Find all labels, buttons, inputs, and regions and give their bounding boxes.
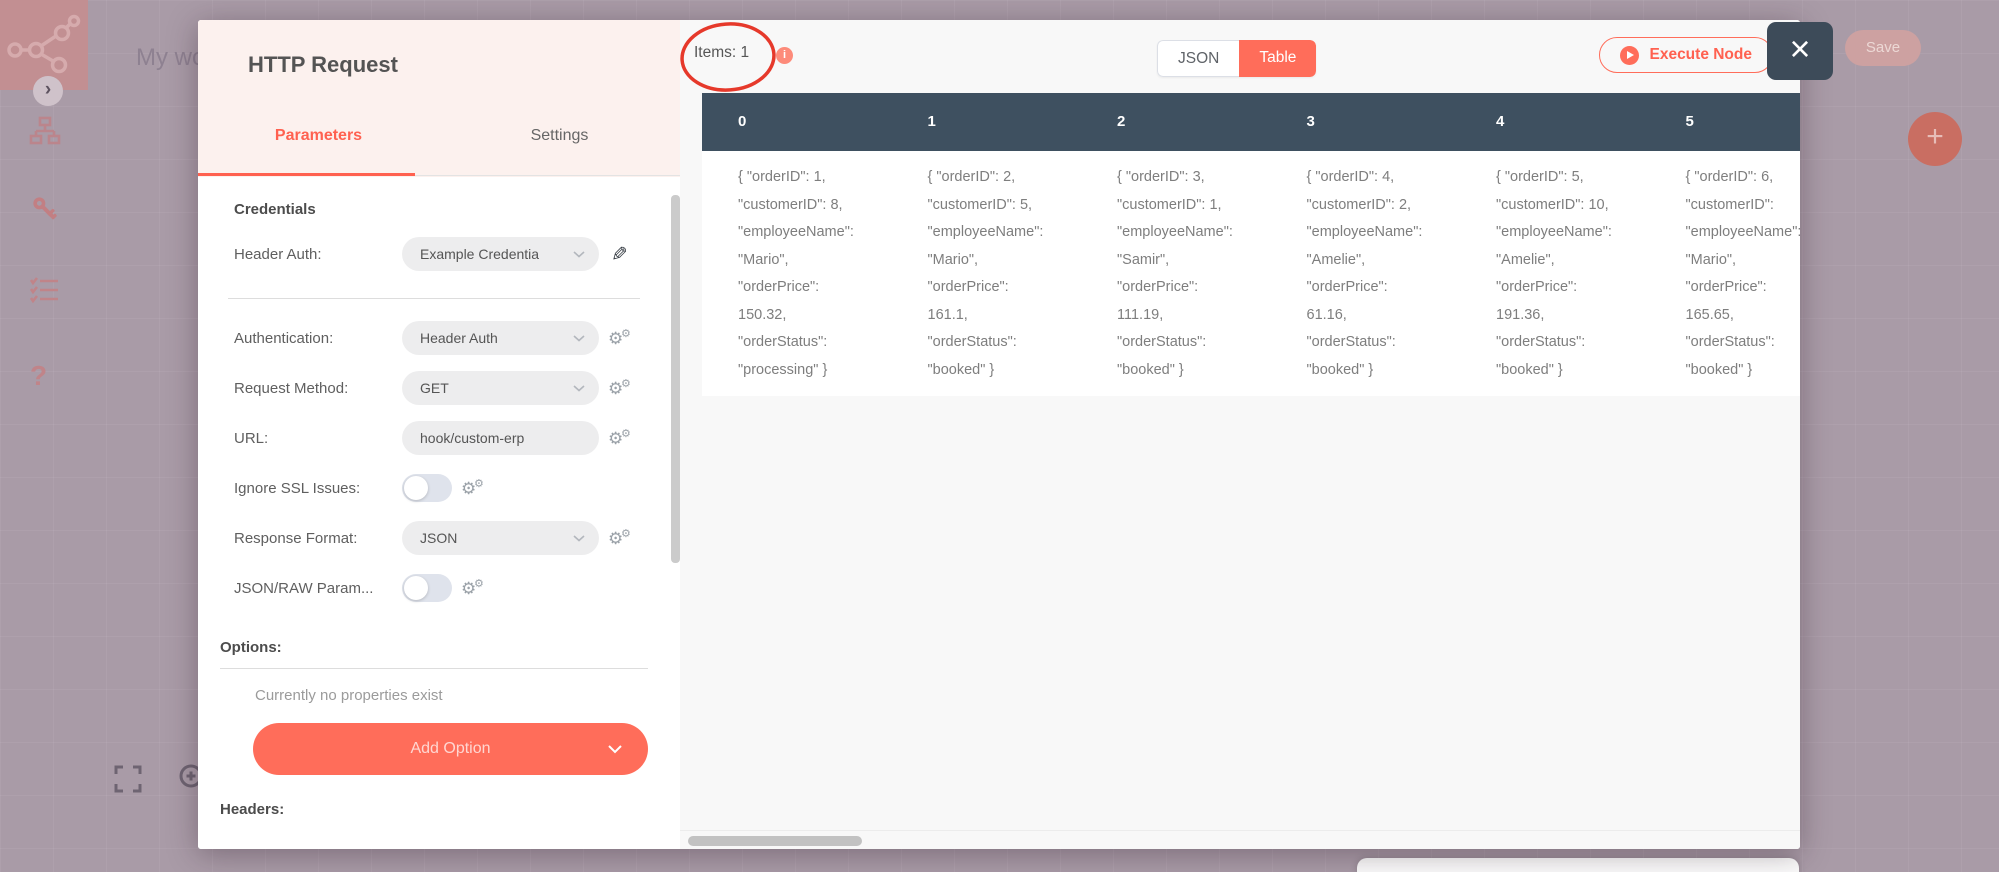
info-icon[interactable]: i: [776, 47, 793, 64]
parameter-row: JSON/RAW Param... ⚙ ⚙: [198, 563, 680, 613]
table-horizontal-scrollbar[interactable]: [688, 836, 862, 846]
modal-title: HTTP Request: [248, 52, 398, 77]
modal-header: HTTP Request Parameters Settings: [198, 20, 680, 177]
parameter-label: Ignore SSL Issues:: [234, 479, 361, 497]
parameter-label: URL:: [234, 429, 269, 447]
text-field[interactable]: hook/custom-erp: [402, 421, 599, 455]
add-node-button[interactable]: +: [1908, 112, 1962, 166]
table-cell: { "orderID": 3, "customerID": 1, "employee…: [1117, 169, 1233, 378]
workflow-title: My wo: [136, 44, 206, 71]
parameter-options-icon[interactable]: ⚙ ⚙: [608, 428, 636, 447]
table-cell: { "orderID": 2, "customerID": 5, "employee…: [927, 169, 1044, 378]
parameter-row: URL: hook/custom-erp ⚙ ⚙: [198, 413, 680, 463]
parameter-row: Request Method: GET ⚙ ⚙: [198, 363, 680, 413]
view-toggle-table[interactable]: Table: [1239, 40, 1317, 77]
chevron-down-icon: [608, 745, 622, 754]
tab-parameters[interactable]: Parameters: [198, 118, 439, 154]
node-detail-modal: HTTP Request Parameters Settings Credent…: [198, 20, 1800, 849]
parameter-label: JSON/RAW Param...: [234, 579, 374, 597]
table-cell: { "orderID": 5, "customerID": 10, "employe…: [1496, 169, 1612, 378]
close-modal-button[interactable]: ×: [1767, 22, 1833, 80]
credential-select[interactable]: Example Credentia: [402, 237, 599, 271]
output-table: 0 1 2 3 4 5 { "orderID": 1, "customerID": 8, "e…: [702, 93, 1800, 396]
toggle-switch[interactable]: [402, 474, 452, 502]
select-field[interactable]: JSON: [402, 521, 599, 555]
parameter-options-icon[interactable]: ⚙ ⚙: [608, 378, 636, 397]
select-field[interactable]: Header Auth: [402, 321, 599, 355]
chevron-down-icon: [573, 334, 585, 342]
section-divider: [228, 298, 640, 299]
table-column-header: 5: [1685, 113, 1694, 130]
toggle-switch[interactable]: [402, 574, 452, 602]
parameter-row: Authentication: Header Auth ⚙ ⚙: [198, 313, 680, 363]
parameter-label: Authentication:: [234, 329, 334, 347]
parameter-rows: Authentication: Header Auth ⚙ ⚙ Request Meth…: [198, 313, 680, 613]
parameters-body: Credentials Header Auth: Example Credent…: [198, 177, 680, 849]
parameter-row: Response Format: JSON ⚙ ⚙: [198, 513, 680, 563]
select-field[interactable]: GET: [402, 371, 599, 405]
options-empty-text: Currently no properties exist: [255, 687, 443, 704]
options-divider: [220, 668, 648, 669]
headers-heading: Headers:: [220, 801, 285, 818]
view-toggle-json[interactable]: JSON: [1157, 40, 1240, 77]
table-body-row: { "orderID": 1, "customerID": 8, "employee…: [702, 151, 1800, 396]
parameter-options-icon[interactable]: ⚙ ⚙: [461, 578, 489, 597]
parameter-row: Ignore SSL Issues: ⚙ ⚙: [198, 463, 680, 513]
sidebar-item-help[interactable]: ?: [30, 360, 64, 394]
sidebar-item-workflows[interactable]: [28, 114, 62, 148]
sidebar-collapse-icon[interactable]: ›: [33, 76, 63, 106]
edit-credential-icon[interactable]: ✎: [611, 242, 628, 267]
parameters-panel: HTTP Request Parameters Settings Credent…: [198, 20, 680, 849]
n8n-workspace: › ? My wo Save + HTTP Request Parameters…: [0, 0, 1999, 872]
parameter-options-icon[interactable]: ⚙ ⚙: [461, 478, 489, 497]
table-cell: { "orderID": 6, "customerID": "employeeNam…: [1685, 169, 1801, 378]
credentials-heading: Credentials: [234, 201, 316, 218]
parameter-options-icon[interactable]: ⚙ ⚙: [608, 328, 636, 347]
table-column-header: 3: [1306, 113, 1315, 130]
table-header-row: 0 1 2 3 4 5: [702, 93, 1800, 151]
chevron-down-icon: [573, 534, 585, 542]
table-cell: { "orderID": 1, "customerID": 8, "employee…: [738, 169, 854, 378]
add-option-button[interactable]: Add Option: [253, 723, 648, 775]
execute-node-button[interactable]: Execute Node: [1599, 37, 1773, 73]
options-heading: Options:: [220, 639, 282, 656]
view-toggle: JSON Table: [1157, 40, 1317, 77]
sidebar-item-executions[interactable]: [28, 274, 62, 308]
save-button[interactable]: Save: [1845, 30, 1921, 66]
credential-label: Header Auth:: [234, 245, 322, 263]
bottom-panel-edge: [1357, 858, 1799, 872]
parameter-options-icon[interactable]: ⚙ ⚙: [608, 528, 636, 547]
table-cell: { "orderID": 4, "customerID": 2, "employee…: [1306, 169, 1423, 378]
chevron-down-icon: [573, 384, 585, 392]
parameters-scrollbar[interactable]: [671, 195, 680, 563]
zoom-to-fit-icon[interactable]: [112, 763, 144, 800]
sidebar-item-credentials[interactable]: [28, 192, 62, 226]
parameter-label: Request Method:: [234, 379, 349, 397]
table-column-header: 1: [927, 113, 936, 130]
active-tab-underline: [198, 173, 415, 176]
items-count: Items: 1: [694, 44, 750, 61]
table-column-header: 0: [738, 113, 747, 130]
parameter-label: Response Format:: [234, 529, 358, 547]
play-icon: [1620, 45, 1640, 65]
footer-divider: [680, 830, 1800, 831]
credential-row: Header Auth: Example Credentia ✎: [198, 226, 680, 282]
output-panel: Items: 1 i JSON Table Execute Node 0 1 2 3 4…: [680, 20, 1800, 849]
table-column-header: 2: [1117, 113, 1126, 130]
tab-settings[interactable]: Settings: [439, 118, 680, 154]
chevron-down-icon: [573, 250, 585, 258]
table-column-header: 4: [1496, 113, 1505, 130]
